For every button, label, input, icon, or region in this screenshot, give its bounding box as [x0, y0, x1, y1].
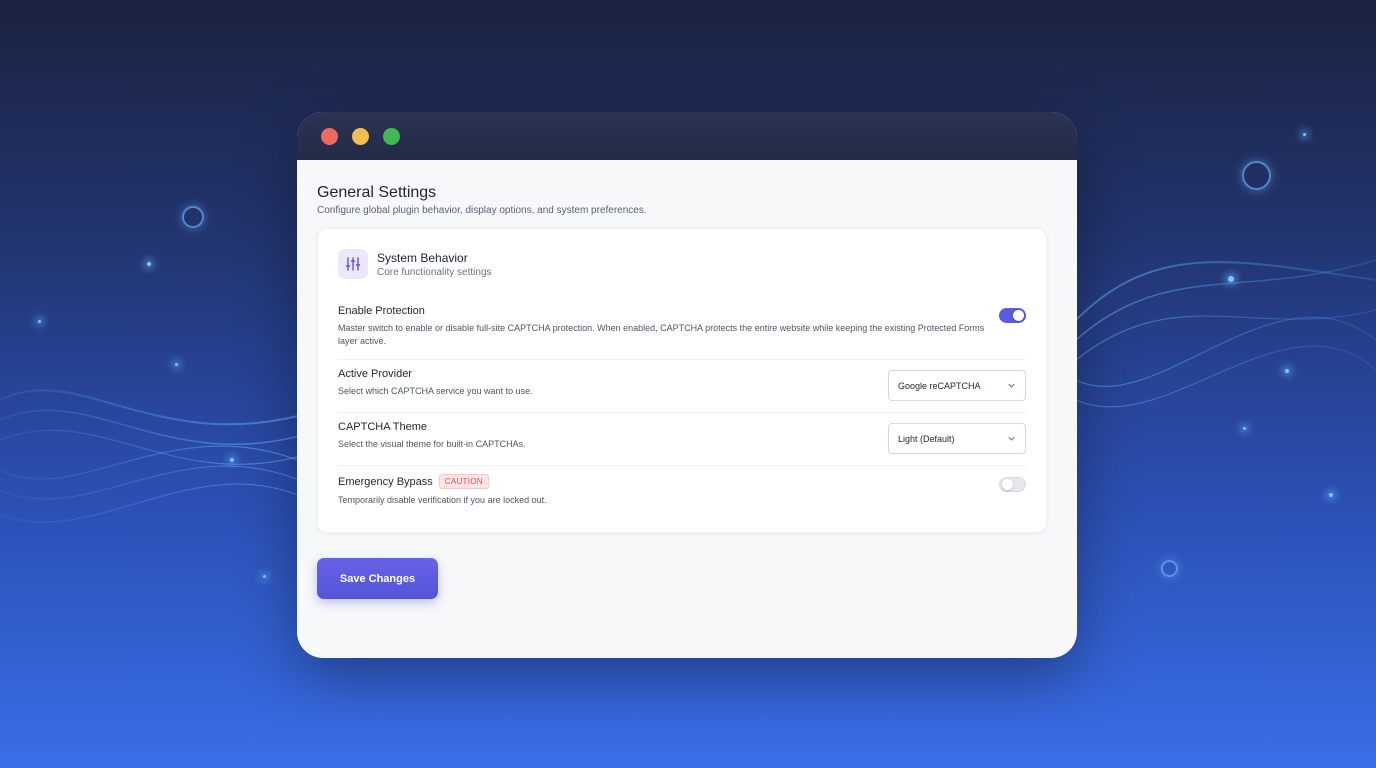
- chevron-down-icon: [1008, 383, 1015, 388]
- setting-description: Master switch to enable or disable full-…: [338, 323, 985, 346]
- select-value: Google reCAPTCHA: [898, 380, 981, 391]
- save-changes-button[interactable]: Save Changes: [317, 558, 438, 599]
- app-window: General Settings Configure global plugin…: [297, 112, 1077, 658]
- background-sparkle: [175, 363, 178, 366]
- background-sparkle: [1228, 276, 1234, 282]
- close-window-button[interactable]: [321, 127, 338, 145]
- page-subtitle: Configure global plugin behavior, displa…: [317, 205, 647, 216]
- system-behavior-card: System Behavior Core functionality setti…: [317, 228, 1047, 533]
- background-sparkle: [1243, 427, 1246, 430]
- background-sparkle: [1285, 369, 1289, 373]
- enable-protection-toggle[interactable]: [999, 308, 1026, 323]
- setting-row-emergency-bypass: Emergency Bypass CAUTION Temporarily dis…: [338, 466, 1026, 518]
- setting-row-active-provider: Active Provider Select which CAPTCHA ser…: [338, 360, 1026, 413]
- card-header: System Behavior Core functionality setti…: [338, 249, 1026, 279]
- settings-content: General Settings Configure global plugin…: [297, 160, 1077, 599]
- setting-row-enable-protection: Enable Protection Master switch to enabl…: [338, 297, 1026, 360]
- setting-label: Active Provider: [338, 368, 412, 380]
- background-sparkle: [147, 262, 151, 266]
- toggle-knob: [1002, 479, 1013, 490]
- background-ring: [182, 206, 204, 228]
- window-titlebar: [297, 112, 1077, 160]
- background-ring: [1242, 161, 1271, 190]
- select-value: Light (Default): [898, 433, 955, 444]
- emergency-bypass-toggle[interactable]: [999, 477, 1026, 492]
- active-provider-select[interactable]: Google reCAPTCHA: [888, 370, 1026, 401]
- background-sparkle: [230, 458, 234, 462]
- background-sparkle: [38, 320, 41, 323]
- setting-description: Temporarily disable verification if you …: [338, 495, 547, 505]
- toggle-knob: [1013, 310, 1024, 321]
- setting-label: CAPTCHA Theme: [338, 421, 428, 433]
- card-title: System Behavior: [377, 250, 468, 265]
- setting-description: Select the visual theme for built-in CAP…: [338, 439, 526, 449]
- background-sparkle: [1329, 493, 1333, 497]
- minimize-window-button[interactable]: [352, 127, 369, 145]
- captcha-theme-select[interactable]: Light (Default): [888, 423, 1026, 454]
- setting-label: Emergency Bypass: [338, 475, 433, 488]
- background-sparkle: [263, 575, 266, 578]
- page-title: General Settings: [317, 184, 437, 201]
- background-wave-right: [1076, 259, 1376, 408]
- sliders-icon: [338, 249, 368, 279]
- setting-label-with-badge: Emergency Bypass CAUTION: [338, 474, 547, 489]
- setting-label: Enable Protection: [338, 305, 425, 317]
- maximize-window-button[interactable]: [383, 127, 400, 145]
- card-subtitle: Core functionality settings: [377, 266, 492, 278]
- chevron-down-icon: [1008, 436, 1015, 441]
- background-ring: [1161, 560, 1178, 577]
- setting-description: Select which CAPTCHA service you want to…: [338, 386, 533, 396]
- background-sparkle: [1303, 133, 1306, 136]
- caution-badge: CAUTION: [438, 474, 489, 489]
- setting-row-captcha-theme: CAPTCHA Theme Select the visual theme fo…: [338, 413, 1026, 466]
- background-wave-left: [0, 389, 320, 523]
